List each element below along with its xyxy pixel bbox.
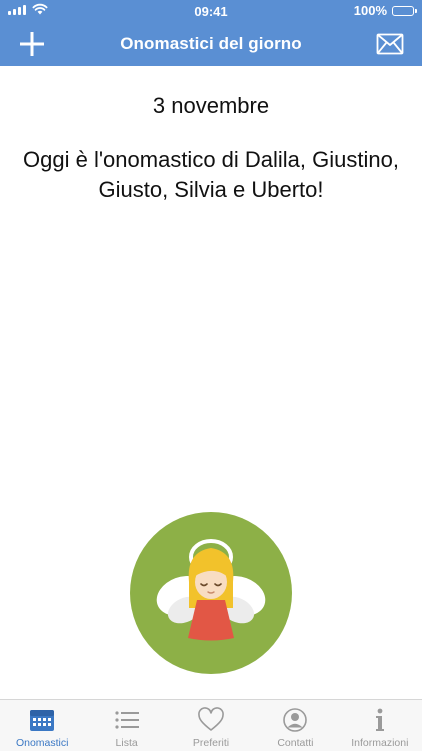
calendar-icon <box>30 710 55 731</box>
nav-bar: Onomastici del giorno <box>0 22 422 66</box>
tab-onomastici[interactable]: Onomastici <box>0 700 84 751</box>
angel-illustration <box>130 512 292 674</box>
tab-label: Contatti <box>277 737 314 749</box>
status-bar: 09:41 100% <box>0 0 422 22</box>
tab-bar: Onomastici Lista Preferiti Contatti Info… <box>0 699 422 751</box>
tab-preferiti[interactable]: Preferiti <box>169 700 253 751</box>
tab-label: Onomastici <box>15 737 69 749</box>
tab-contatti[interactable]: Contatti <box>253 700 337 751</box>
tab-label: Lista <box>115 737 138 749</box>
header: 09:41 100% Onomastici del giorno <box>0 0 422 66</box>
name-day-message: Oggi è l'onomastico di Dalila, Giustino,… <box>23 147 399 202</box>
tab-informazioni[interactable]: Informazioni <box>338 700 422 751</box>
tab-label: Informazioni <box>351 737 409 749</box>
mail-button[interactable] <box>376 33 404 55</box>
tab-label: Preferiti <box>192 737 230 749</box>
list-icon <box>115 711 139 729</box>
mail-icon <box>376 33 404 55</box>
angel-icon <box>130 512 292 674</box>
battery-icon <box>392 5 417 16</box>
page-title: Onomastici del giorno <box>120 34 302 53</box>
info-icon <box>375 708 384 731</box>
battery-percent: 100% <box>353 3 387 18</box>
date-heading: 3 novembre <box>152 93 270 118</box>
contact-icon <box>283 708 308 732</box>
tab-lista[interactable]: Lista <box>84 700 168 751</box>
heart-icon <box>198 707 224 731</box>
status-right: 100% <box>353 3 417 18</box>
